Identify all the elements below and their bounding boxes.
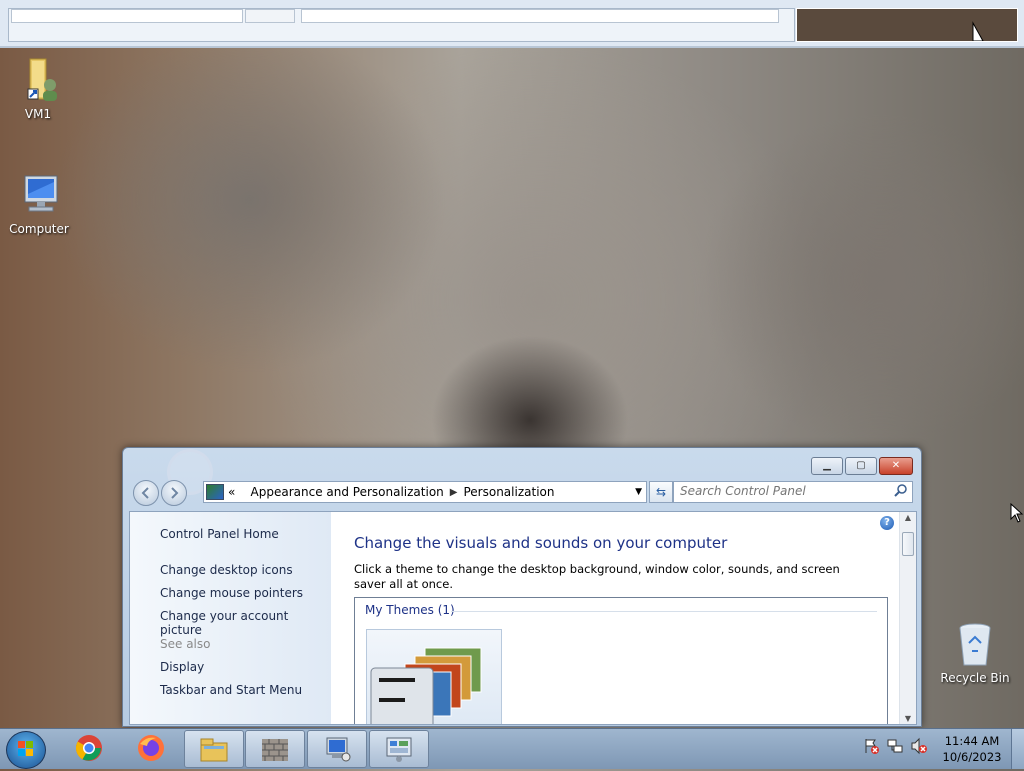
breadcrumb-personalization[interactable]: Personalization	[463, 485, 554, 499]
window-content: Control Panel Home Change desktop icons …	[129, 511, 917, 725]
refresh-icon: ⇆	[655, 485, 667, 499]
desktop-icon-computer[interactable]: Computer	[3, 172, 75, 236]
desktop-icon-label: Computer	[9, 222, 69, 236]
taskbar-remote-desktop[interactable]	[307, 730, 367, 768]
recycle-bin-icon	[951, 621, 999, 669]
background-window	[0, 0, 1024, 48]
windows-logo-icon	[18, 741, 33, 756]
system-clock[interactable]: 11:44 AM 10/6/2023	[936, 733, 1008, 765]
theme-preview-icon	[370, 647, 482, 724]
group-divider	[451, 611, 877, 612]
background-window-toolbar	[8, 8, 795, 42]
desktop-icon-recycle-bin[interactable]: Recycle Bin	[939, 621, 1011, 685]
breadcrumb-separator-icon[interactable]: ▶	[450, 487, 458, 498]
breadcrumb-separator-icon	[241, 487, 244, 498]
close-icon: ✕	[891, 460, 901, 471]
maximize-button[interactable]: ▢	[845, 457, 877, 475]
page-title: Change the visuals and sounds on your co…	[354, 534, 728, 552]
taskbar-control-panel[interactable]	[369, 730, 429, 768]
background-window-preview	[796, 8, 1018, 42]
address-bar[interactable]: « Appearance and Personalization ▶ Perso…	[203, 481, 647, 503]
desktop-icon-vm1[interactable]: VM1	[2, 57, 74, 121]
system-tray	[862, 737, 928, 755]
start-button[interactable]	[6, 731, 46, 769]
user-folder-shortcut-icon	[14, 57, 62, 105]
close-button[interactable]: ✕	[879, 457, 913, 475]
background-window-field[interactable]	[11, 9, 243, 23]
scroll-up-icon[interactable]: ▲	[900, 513, 916, 522]
help-icon[interactable]: ?	[880, 516, 894, 530]
main-content-pane: ? Change the visuals and sounds on your …	[331, 512, 916, 724]
taskbar-start-menu-link[interactable]: Taskbar and Start Menu	[160, 683, 302, 697]
taskbar-file-explorer[interactable]	[184, 730, 244, 768]
control-panel-home-link[interactable]: Control Panel Home	[160, 527, 279, 541]
mouse-cursor-icon	[1010, 503, 1024, 523]
search-box[interactable]	[673, 481, 913, 503]
control-panel-icon	[386, 737, 412, 762]
scroll-down-icon[interactable]: ▼	[900, 714, 916, 723]
maximize-icon: ▢	[856, 460, 866, 471]
forward-arrow-icon	[171, 487, 179, 499]
control-panel-icon	[206, 484, 224, 500]
forward-button[interactable]	[161, 480, 187, 506]
search-input[interactable]	[674, 482, 891, 500]
change-desktop-icons-link[interactable]: Change desktop icons	[160, 563, 293, 577]
page-description: Click a theme to change the desktop back…	[354, 562, 840, 591]
my-themes-group-header[interactable]: My Themes (1)	[365, 603, 455, 617]
see-also-heading: See also	[160, 637, 211, 651]
desktop-icon-label: Recycle Bin	[940, 671, 1010, 685]
network-icon[interactable]	[886, 737, 904, 755]
change-mouse-pointers-link[interactable]: Change mouse pointers	[160, 586, 303, 600]
action-center-flag-icon[interactable]	[862, 737, 880, 755]
clock-time: 11:44 AM	[944, 734, 1000, 748]
taskbar-chrome[interactable]	[60, 730, 118, 766]
computer-icon	[15, 172, 63, 220]
cursor-preview-icon	[972, 21, 984, 42]
breadcrumb-overflow[interactable]: «	[228, 485, 235, 499]
remote-desktop-icon	[326, 737, 351, 762]
chrome-icon	[75, 735, 102, 761]
display-link[interactable]: Display	[160, 660, 204, 674]
refresh-button[interactable]: ⇆	[649, 481, 673, 503]
left-task-pane: Control Panel Home Change desktop icons …	[130, 512, 331, 724]
navigation-bar: « Appearance and Personalization ▶ Perso…	[131, 449, 913, 506]
brick-wall-icon	[262, 739, 288, 761]
minimize-button[interactable]: ▁	[811, 457, 843, 475]
themes-list: My Themes (1)	[354, 597, 888, 724]
back-button[interactable]	[133, 480, 159, 506]
breadcrumb-appearance[interactable]: Appearance and Personalization	[251, 485, 444, 499]
scrollbar-thumb[interactable]	[902, 532, 914, 556]
taskbar-firefox[interactable]	[122, 730, 180, 766]
desktop-icon-label: VM1	[24, 107, 52, 121]
background-window-dropdown[interactable]	[245, 9, 295, 23]
show-desktop-button[interactable]	[1011, 729, 1024, 769]
change-account-picture-link[interactable]: Change your account picture	[160, 609, 331, 637]
volume-muted-icon[interactable]	[910, 737, 928, 755]
firefox-icon	[138, 735, 164, 761]
minimize-icon: ▁	[823, 460, 831, 471]
search-icon[interactable]	[894, 484, 908, 498]
vertical-scrollbar[interactable]: ▲ ▼	[899, 512, 916, 724]
address-dropdown-icon[interactable]: ▼	[635, 487, 642, 497]
theme-tile[interactable]	[366, 629, 502, 724]
back-arrow-icon	[141, 487, 149, 499]
taskbar: 11:44 AM 10/6/2023	[0, 728, 1024, 769]
taskbar-firewall[interactable]	[245, 730, 305, 768]
window-controls: ▁ ▢ ✕	[811, 457, 913, 475]
clock-date: 10/6/2023	[942, 750, 1002, 764]
background-window-address[interactable]	[301, 9, 779, 23]
file-explorer-icon	[200, 738, 228, 762]
control-panel-window: ▁ ▢ ✕ « Appearance and Personalization ▶…	[122, 447, 922, 727]
